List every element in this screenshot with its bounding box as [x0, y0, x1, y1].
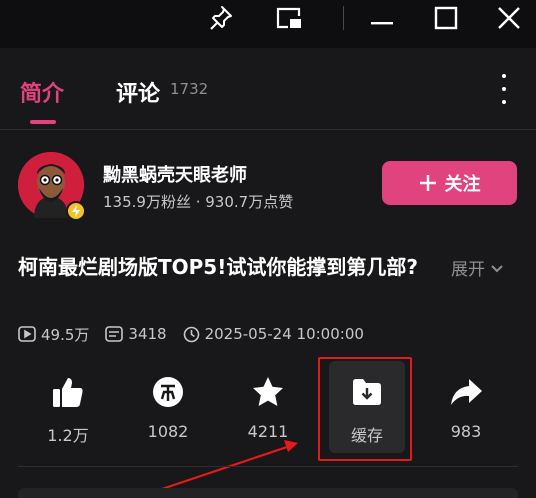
next-section-strip: [18, 488, 518, 498]
section-divider: [18, 466, 518, 467]
annotation-arrow: [161, 440, 298, 491]
